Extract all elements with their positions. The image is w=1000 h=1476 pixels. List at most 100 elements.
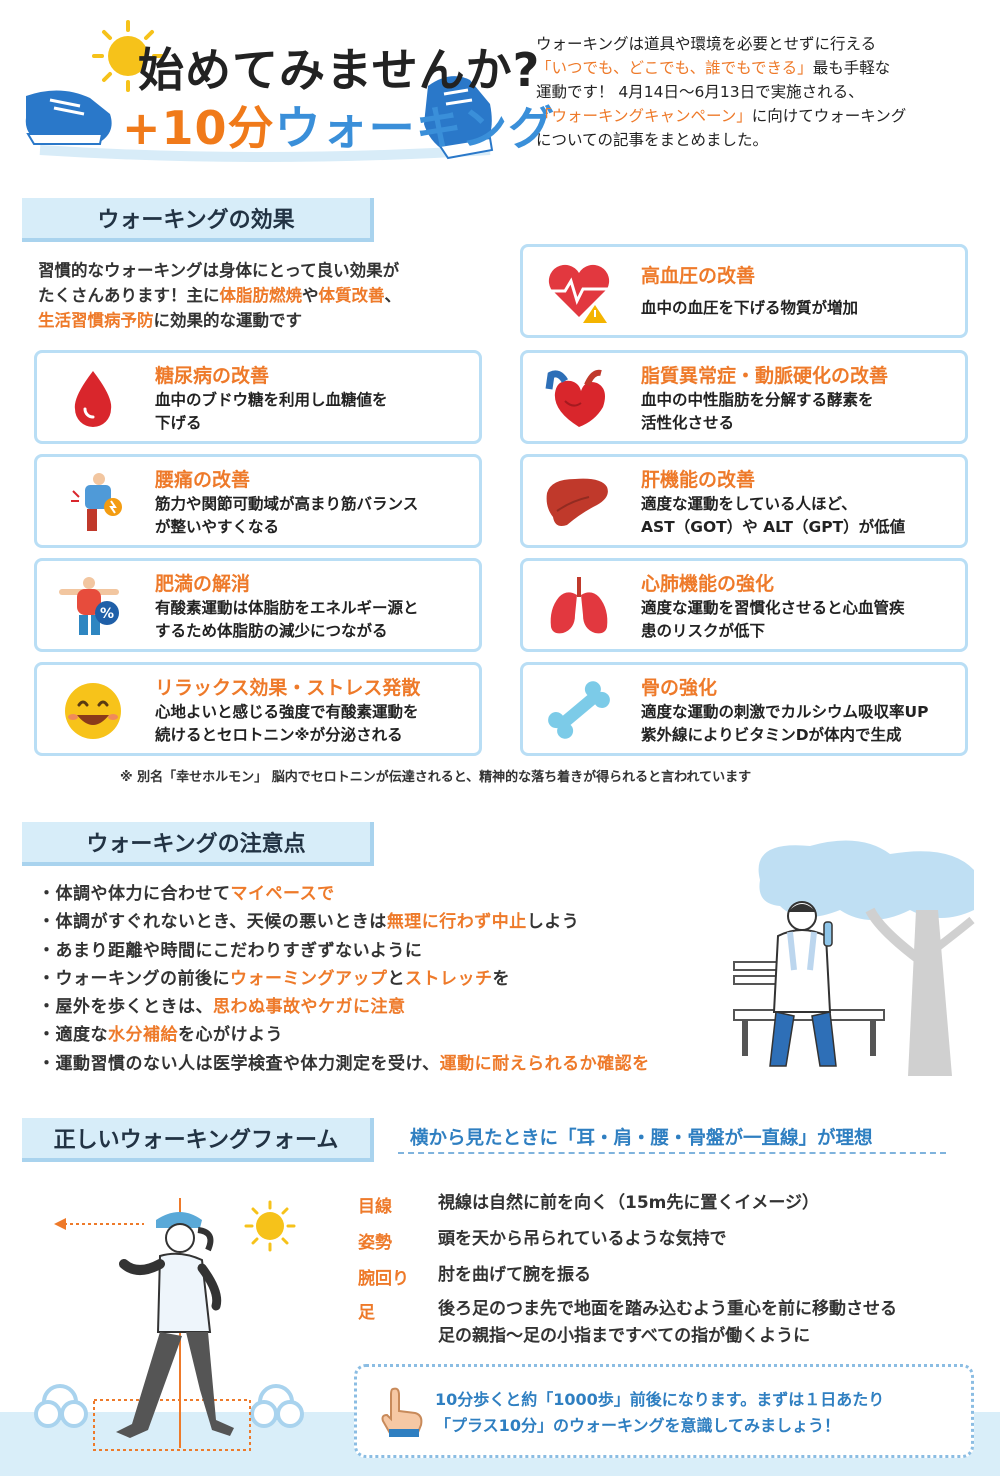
- effect-card-body: 血中の中性脂肪を分解する酵素を 活性化させる: [641, 389, 874, 435]
- effect-card-line: 心地よいと感じる強度で有酸素運動を: [155, 703, 419, 721]
- effect-card-line: 有酸素運動は体脂肪をエネルギー源と: [155, 599, 419, 617]
- effect-card-title: 糖尿病の改善: [155, 365, 270, 387]
- pointing-hand-icon: [381, 1387, 423, 1437]
- form-label-posture: 姿勢: [358, 1233, 392, 1253]
- effect-card-body: 血中の血圧を下げる物質が増加: [641, 297, 858, 320]
- section-tab-effects: ウォーキングの効果: [22, 198, 374, 242]
- shrub-icon: [34, 1384, 304, 1428]
- effects-intro-part: に効果的な運動です: [153, 311, 303, 330]
- effect-card-line: 血中の中性脂肪を分解する酵素を: [641, 391, 874, 409]
- section-tab-caution: ウォーキングの注意点: [22, 822, 374, 866]
- effect-card-line: 患のリスクが低下: [641, 622, 766, 640]
- section-tab-form: 正しいウォーキングフォーム: [22, 1118, 374, 1162]
- body-fat-icon: %: [59, 577, 119, 635]
- form-headline-underline: [398, 1152, 946, 1154]
- caution-item: ・運動習慣のない人は医学検査や体力測定を受け、運動に耐えられるか確認を: [38, 1050, 650, 1078]
- forward-arrow-icon: [54, 1218, 144, 1230]
- title-sub: +10分ウォーキング: [122, 92, 555, 158]
- caution-item: ・あまり距離や時間にこだわりすぎずないように: [38, 937, 650, 965]
- tip-text: 10分歩くと約「1000歩」前後になります。まずは１日あたり 「プラス10分」の…: [435, 1387, 884, 1439]
- effect-card-backpain: 腰痛の改善 筋力や関節可動域が高まり筋バランス が整いやすくなる: [34, 454, 482, 548]
- caution-text: しよう: [526, 912, 580, 933]
- svg-text:%: %: [100, 606, 114, 622]
- effect-card-title: 肥満の解消: [155, 573, 251, 595]
- bone-icon: [548, 681, 610, 739]
- blood-drop-icon: [74, 371, 112, 427]
- effect-card-line: 続けるとセロトニン※が分泌される: [155, 726, 403, 744]
- effect-card-body: 適度な運動の刺激でカルシウム吸収率UP 紫外線によりビタミンDが体内で生成: [641, 701, 928, 747]
- caution-item: ・屋外を歩くときは、思わぬ事故やケガに注意: [38, 993, 650, 1021]
- caution-text: ・体調がすぐれないとき、天候の悪いときは: [38, 912, 387, 933]
- intro-highlight-campaign: 「ウォーキングキャンペーン」: [536, 107, 752, 125]
- form-label-feet: 足: [358, 1303, 375, 1323]
- effect-card-body: 適度な運動を習慣化させると心血管疾 患のリスクが低下: [641, 597, 905, 643]
- caution-text: を: [492, 968, 510, 989]
- tip-box: 10分歩くと約「1000歩」前後になります。まずは１日あたり 「プラス10分」の…: [354, 1364, 974, 1458]
- caution-text: ・ウォーキングの前後に: [38, 968, 230, 989]
- effects-intro-part: 習慣的なウォーキングは身体にとって良い効果が: [38, 261, 400, 280]
- effect-card-liver: 肝機能の改善 適度な運動をしている人ほど、 AST（GOT）や ALT（GPT）が…: [520, 454, 968, 548]
- effects-intro: 習慣的なウォーキングは身体にとって良い効果が たくさんあります！主に体脂肪燃焼や…: [38, 258, 508, 333]
- effect-card-title: 骨の強化: [641, 677, 718, 699]
- effect-card-line: 適度な運動をしている人ほど、: [641, 495, 857, 513]
- effect-card-title: リラックス効果・ストレス発散: [155, 677, 421, 699]
- caution-text: を心がけよう: [178, 1025, 283, 1046]
- effect-card-body: 筋力や関節可動域が高まり筋バランス が整いやすくなる: [155, 493, 418, 539]
- intro-text-part: ウォーキングは道具や環境を必要とせずに行える: [536, 35, 877, 53]
- effect-card-title: 肝機能の改善: [641, 469, 756, 491]
- effects-intro-part: たくさんあります！主に: [38, 286, 220, 305]
- effect-card-line: するため体脂肪の減少につながる: [155, 622, 388, 640]
- caution-item: ・体調や体力に合わせてマイペースで: [38, 880, 650, 908]
- form-value-feet: 後ろ足のつま先で地面を踏み込むよう重心を前に移動させる 足の親指〜足の小指まですべ…: [438, 1296, 897, 1350]
- intro-text-part: 最も手軽な: [812, 59, 891, 77]
- woman-icon: [116, 1212, 234, 1438]
- caution-item: ・体調がすぐれないとき、天候の悪いときは無理に行わず中止しよう: [38, 908, 650, 936]
- resting-man-illustration: [733, 840, 975, 1076]
- title-plus: +10分: [122, 101, 275, 155]
- caution-highlight: 水分補給: [108, 1025, 178, 1046]
- caution-highlight: ウォーミングアップ: [230, 968, 388, 989]
- form-label-gaze: 目線: [358, 1197, 392, 1217]
- effect-card-title: 高血圧の改善: [641, 265, 756, 287]
- form-label-arms: 腕回り: [358, 1269, 409, 1289]
- intro-text-part: についての記事をまとめました。: [536, 131, 769, 149]
- effect-card-line: 血中のブドウ糖を利用し血糖値を: [155, 391, 388, 409]
- effect-card-hypertension: 高血圧の改善 血中の血圧を下げる物質が増加: [520, 244, 968, 338]
- form-value-posture: 頭を天から吊られているような気持で: [438, 1229, 727, 1249]
- effect-card-body: 適度な運動をしている人ほど、 AST（GOT）や ALT（GPT）が低値: [641, 493, 905, 539]
- effect-card-body: 有酸素運動は体脂肪をエネルギー源と するため体脂肪の減少につながる: [155, 597, 419, 643]
- effect-card-body: 心地よいと感じる強度で有酸素運動を 続けるとセロトニン※が分泌される: [155, 701, 419, 747]
- back-pain-icon: [71, 473, 122, 531]
- effects-intro-part: 、: [384, 286, 402, 305]
- effect-card-obesity: % 肥満の解消 有酸素運動は体脂肪をエネルギー源と するため体脂肪の減少につながる: [34, 558, 482, 652]
- caution-text: ・運動習慣のない人は医学検査や体力測定を受け、: [38, 1053, 440, 1074]
- effect-card-diabetes: 糖尿病の改善 血中のブドウ糖を利用し血糖値を 下げる: [34, 350, 482, 444]
- heart-warning-icon: [545, 264, 611, 323]
- tip-line: 「プラス10分」のウォーキングを意識してみましょう！: [435, 1416, 840, 1435]
- effect-card-line: 筋力や関節可動域が高まり筋バランス: [155, 495, 419, 513]
- effect-card-line: が整いやすくなる: [155, 518, 280, 536]
- caution-highlight: 思わぬ事故やケガに注意: [213, 997, 406, 1018]
- man-icon: [769, 901, 837, 1067]
- intro-highlight-anytime: 「いつでも、どこでも、誰でもできる」: [536, 59, 813, 77]
- left-shoe-icon: [25, 90, 112, 145]
- title-main: 始めてみませんか?: [138, 43, 541, 97]
- effect-card-title: 脂質異常症・動脈硬化の改善: [641, 365, 889, 387]
- effect-card-line: 適度な運動の刺激でカルシウム吸収率UP: [641, 703, 929, 721]
- effects-highlight-lifestyle: 生活習慣病予防: [38, 311, 154, 330]
- intro-text-part: に向けてウォーキング: [751, 107, 907, 125]
- caution-highlight: 無理に行わず中止: [386, 912, 527, 933]
- effect-card-line: 紫外線によりビタミンDが体内で生成: [641, 726, 902, 744]
- title-area: 始めてみませんか? +10分ウォーキング: [20, 14, 554, 164]
- intro-text: ウォーキングは道具や環境を必要とせずに行える 「いつでも、どこでも、誰でもできる…: [536, 32, 986, 152]
- walking-woman-illustration: [34, 1198, 304, 1451]
- serotonin-footnote: ※ 別名「幸せホルモン」 脳内でセロトニンが伝達されると、精神的な落ち着きが得ら…: [120, 770, 752, 785]
- caution-text: ・適度な: [38, 1025, 108, 1046]
- effect-card-line: 下げる: [155, 414, 202, 432]
- effect-card-body: 血中のブドウ糖を利用し血糖値を 下げる: [155, 389, 388, 435]
- form-value-gaze: 視線は自然に前を向く（15m先に置くイメージ）: [438, 1193, 820, 1213]
- heart-organ-icon: [545, 369, 605, 427]
- effect-card-title: 腰痛の改善: [155, 469, 251, 491]
- caution-highlight: 運動に耐えられるか確認を: [439, 1053, 650, 1074]
- caution-item: ・ウォーキングの前後にウォーミングアップとストレッチを: [38, 965, 650, 993]
